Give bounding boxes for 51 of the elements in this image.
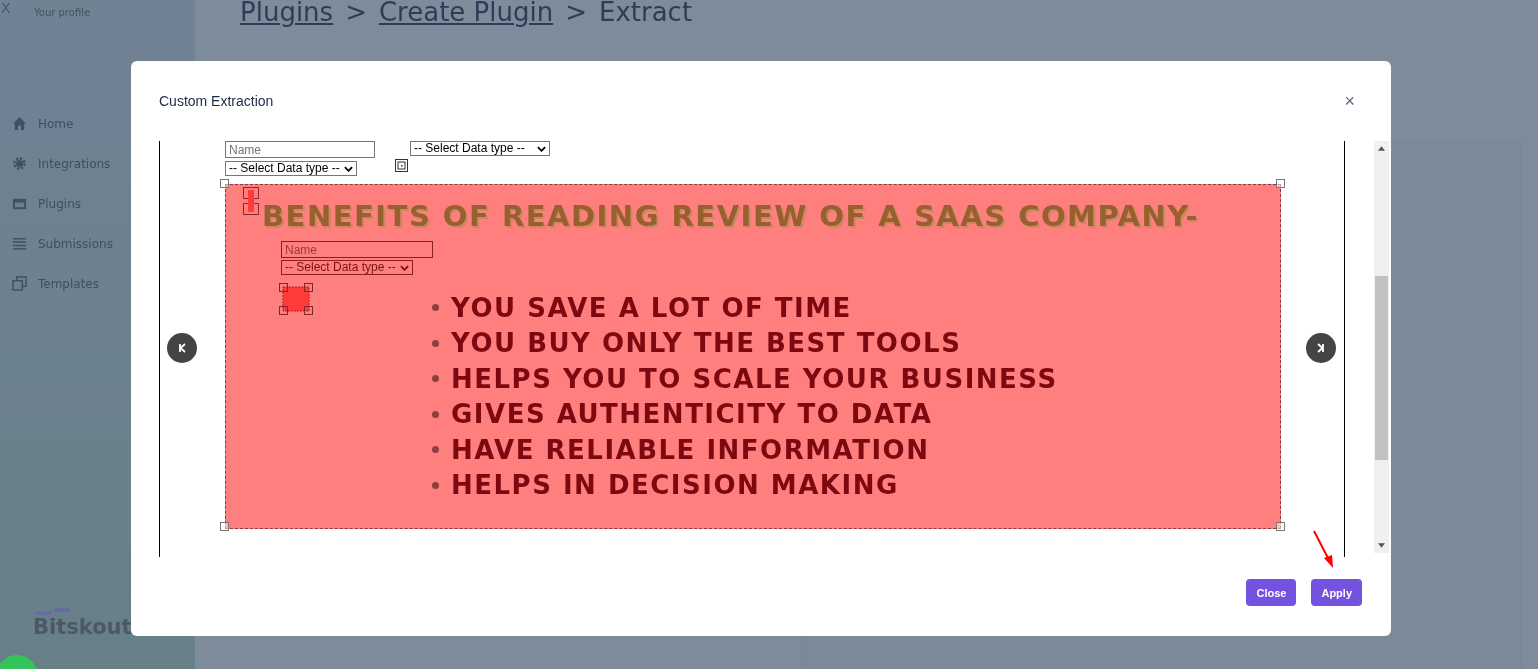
- bullet-text: HAVE RELIABLE INFORMATION: [451, 434, 930, 465]
- bullet-text: HELPS IN DECISION MAKING: [451, 470, 899, 501]
- resize-handle[interactable]: [220, 522, 229, 531]
- bullet-icon: [432, 339, 439, 347]
- bullet-text: GIVES AUTHENTICITY TO DATA: [451, 399, 933, 430]
- scrollbar[interactable]: [1374, 141, 1389, 553]
- region-marker-icon[interactable]: [243, 187, 259, 215]
- data-type-select[interactable]: -- Select Data type --: [225, 161, 357, 176]
- dialog-button[interactable]: Apply: [1311, 579, 1362, 606]
- scroll-down-icon[interactable]: [1378, 543, 1385, 548]
- window-icon: [12, 196, 27, 211]
- breadcrumb-current: Extract: [599, 0, 693, 27]
- copy-icon: [12, 276, 27, 291]
- chevron-icon: [537, 145, 546, 152]
- next-icon: [1316, 343, 1326, 353]
- data-type-select[interactable]: -- Select Data type --: [410, 141, 550, 156]
- bullet-icon: [432, 375, 439, 383]
- scroll-up-icon[interactable]: [1378, 146, 1385, 151]
- modal-title: Custom Extraction: [159, 93, 274, 109]
- bullet-icon: [432, 481, 439, 489]
- previous-button[interactable]: [167, 333, 197, 363]
- arrow-icon: [1312, 530, 1336, 570]
- logo-mark-icon: [36, 608, 70, 615]
- bullet-icon: [432, 410, 439, 418]
- gear-icon: [12, 156, 27, 171]
- next-button[interactable]: [1306, 333, 1336, 363]
- bullet-icon: [432, 304, 439, 312]
- home-icon: [12, 116, 27, 131]
- bullet-icon: [432, 446, 439, 454]
- dialog-button[interactable]: Close: [1246, 579, 1297, 606]
- chevron-icon: [344, 165, 353, 172]
- bullet-text: YOU BUY ONLY THE BEST TOOLS: [451, 328, 962, 359]
- resize-handle[interactable]: [1276, 179, 1285, 188]
- document-heading: BENEFITS OF READING REVIEW OF A SAAS COMPANY-: [262, 199, 1200, 233]
- scrollbar-thumb[interactable]: [1375, 276, 1388, 460]
- selection-region-icon[interactable]: [279, 283, 313, 315]
- breadcrumb-link[interactable]: Plugins: [240, 0, 334, 27]
- breadcrumb-link[interactable]: Create Plugin: [378, 0, 554, 27]
- breadcrumb-separator: >: [345, 0, 367, 27]
- breadcrumb-separator: >: [565, 0, 587, 27]
- resize-handle[interactable]: [1276, 522, 1285, 531]
- previous-icon: [177, 343, 187, 353]
- name-field[interactable]: Name: [225, 141, 375, 158]
- resize-handle[interactable]: [220, 179, 229, 188]
- name-field[interactable]: Name: [281, 241, 433, 258]
- bullet-text: YOU SAVE A LOT OF TIME: [451, 292, 852, 323]
- list-icon: [12, 236, 27, 251]
- bullet-text: HELPS YOU TO SCALE YOUR BUSINESS: [451, 363, 1058, 394]
- data-type-select[interactable]: -- Select Data type --: [281, 260, 413, 275]
- chevron-icon: [400, 264, 409, 271]
- target-icon[interactable]: [395, 159, 408, 172]
